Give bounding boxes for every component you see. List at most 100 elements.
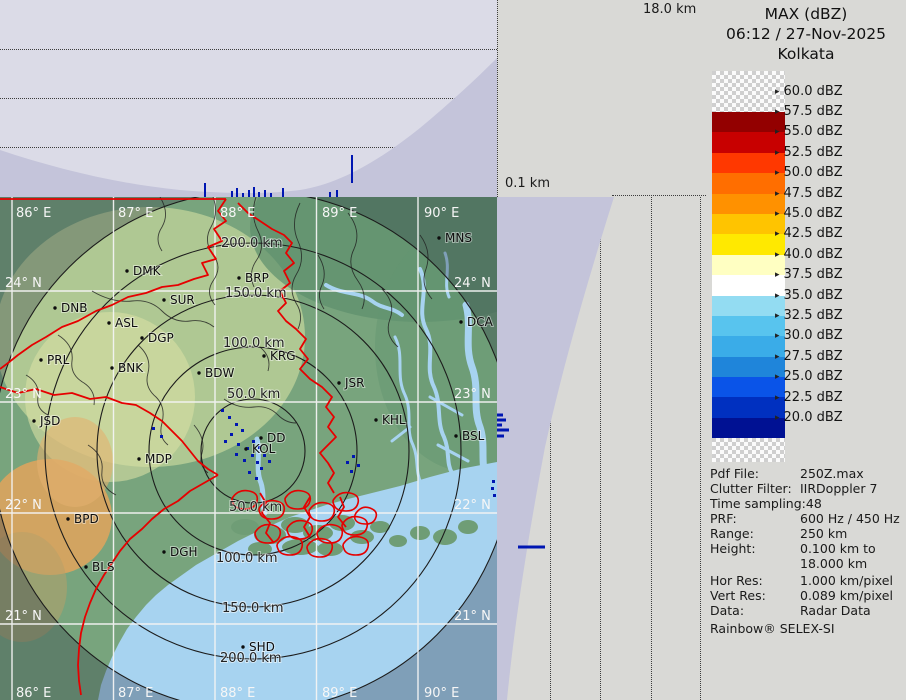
metadata-label: Range: [710,526,800,541]
scale-tick-label: ▸ 25.0 dBZ [775,369,843,384]
metadata-value: 600 Hz / 450 Hz [800,511,900,526]
station-label-KHL: KHL [382,413,406,427]
height-scale-max-label: 18.0 km [643,2,696,17]
lat-label: 22° N [454,498,491,513]
tick-value: 50.0 dBZ [784,165,843,180]
metadata-row: Pdf File:250Z.max [710,466,906,481]
station-label-KOL: KOL [252,442,276,456]
tick-arrow-icon: ▸ [775,229,780,239]
metadata-row: Vert Res:0.089 km/pixel [710,588,906,603]
echo-pixel [235,453,238,456]
scale-tick-label: ▸ 32.5 dBZ [775,308,843,323]
station-label-BDW: BDW [205,366,234,380]
station-dot-KOL [244,447,247,450]
echo-pixel [357,464,360,467]
station-dot-BNK [110,366,113,369]
metadata-row: Range:250 km [710,526,906,541]
station-label-DNB: DNB [61,301,87,315]
product-site: Kolkata [706,44,906,64]
tick-arrow-icon: ▸ [775,189,780,199]
lon-label: 86° E [16,686,51,700]
station-dot-BDW [197,371,200,374]
scale-tick-label: ▸45.0 dBZ [775,206,843,221]
lat-label: 21° N [5,609,42,624]
tick-value: 52.5 dBZ [784,145,843,160]
range-ring-label: 50.0 km [229,500,282,515]
station-dot-KRG [262,354,265,357]
tick-value: 47.5 dBZ [784,186,843,201]
right-panel-graphics [497,197,706,700]
station-label-BRP: BRP [245,271,269,285]
tick-value: 25.0 dBZ [784,369,843,384]
tick-value: 57.5 dBZ [784,104,843,119]
station-dot-MDP [137,457,140,460]
station-dot-BRP [237,276,240,279]
metadata-value: 250 km [800,526,847,541]
right-panel-top-edge [612,195,706,196]
station-label-JSD: JSD [39,414,60,428]
lon-label: 88° E [220,686,255,700]
scale-tick-label: ▸ 42.5 dBZ [775,226,843,241]
echo-pixel [491,487,494,490]
station-label-MNS: MNS [445,231,472,245]
tick-value: 40.0 dBZ [784,247,843,262]
tick-arrow-icon: ▸ [775,209,780,219]
echo-pixel [243,459,246,462]
station-label-MDP: MDP [145,452,172,466]
range-ring-label: 200.0 km [221,236,283,251]
metadata-row: Data:Radar Data [710,603,906,618]
station-dot-BSL [454,434,457,437]
metadata-row: Height:0.100 km to [710,541,906,556]
product-time: 06:12 / 27-Nov-2025 [706,24,906,44]
lat-label: 23° N [454,387,491,402]
tick-value: 37.5 dBZ [784,267,843,282]
tick-value: 30.0 dBZ [784,328,843,343]
lat-label: 21° N [454,609,491,624]
station-dot-PRL [39,358,42,361]
tick-value: 22.5 dBZ [784,390,843,405]
scale-tick-label: ▸52.5 dBZ [775,145,843,160]
tick-arrow-icon: ▸ [775,372,780,382]
tick-arrow-icon: ▸ [775,250,780,260]
scale-band-below-min [712,438,785,462]
range-ring-label: 100.0 km [216,551,278,566]
tick-arrow-icon: ▸ [775,352,780,362]
metadata-label: PRF: [710,511,800,526]
tick-arrow-icon: ▸ [775,413,780,423]
tick-arrow-icon: ▸ [775,311,780,321]
radar-display-window: 18.0 km 0.1 km [0,0,906,700]
lat-label: 24° N [5,276,42,291]
station-dot-BLS [84,565,87,568]
tick-value: 42.5 dBZ [784,226,843,241]
station-dot-SHD [241,645,244,648]
scale-tick-label: ▸ 22.5 dBZ [775,390,843,405]
station-label-SHD: SHD [249,640,275,654]
station-dot-DCA [459,320,462,323]
scale-tick-label: ▸35.0 dBZ [775,288,843,303]
scale-tick-label: ▸55.0 dBZ [775,124,843,139]
echo-pixel [241,429,244,432]
tick-arrow-icon: ▸ [775,270,780,280]
metadata-value: 48 [806,496,822,511]
metadata-value: 1.000 km/pixel [800,573,893,588]
radar-map[interactable]: 200.0 km150.0 km100.0 km50.0 km50.0 km10… [0,197,497,700]
height-scale-min-label: 0.1 km [505,176,550,191]
metadata-label: Pdf File: [710,466,800,481]
echo-pixel [235,423,238,426]
range-ring-label: 50.0 km [227,387,280,402]
echo-pixel [346,461,349,464]
software-brand: Rainbow® SELEX-SI [710,621,835,636]
tick-arrow-icon: ▸ [775,393,780,403]
echo-pixel [237,443,240,446]
tick-value: 60.0 dBZ [784,84,843,99]
station-label-SUR: SUR [170,293,195,307]
station-label-ASL: ASL [115,316,138,330]
echo-pixel [350,470,353,473]
metadata-value: Radar Data [800,603,871,618]
tick-value: 32.5 dBZ [784,308,843,323]
metadata-label: Time sampling: [710,496,806,511]
product-name: MAX (dBZ) [706,4,906,24]
tick-arrow-icon: ▸ [775,331,780,341]
station-dot-SUR [162,298,165,301]
lat-label: 22° N [5,498,42,513]
